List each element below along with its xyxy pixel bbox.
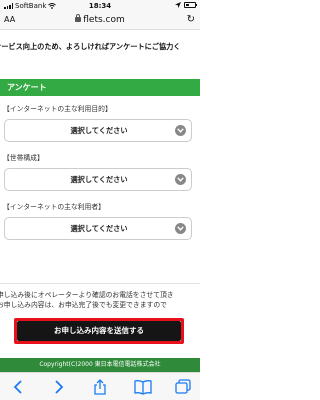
note-changes-allowed-text: お申し込み内容は、お申込完了後でも変更できますので	[0, 301, 167, 309]
address-field[interactable]: flets.com	[0, 14, 200, 25]
field-label-purpose: 【インターネットの主な利用目的】	[3, 105, 112, 113]
battery-level	[186, 4, 189, 6]
select-household[interactable]: 選択してください	[4, 168, 192, 191]
status-right	[175, 2, 197, 8]
status-bar: SoftBank 18:34	[0, 0, 200, 12]
browser-toolbar	[0, 372, 200, 400]
share-icon[interactable]	[91, 379, 109, 395]
note-confirmation-call: 申し込み後にオペレーターより確認のお電話をさせて頂き	[0, 291, 200, 300]
copyright-footer: Copyright(C)2000 東日本電信電話株式会社	[0, 358, 200, 372]
select-user-value: 選択してください	[70, 224, 128, 233]
page-root: SoftBank 18:34 AA flets.com ↻ サービス向上のため、…	[0, 0, 200, 400]
field-label-household: 【世帯構成】	[3, 154, 44, 162]
select-purpose-value: 選択してください	[70, 126, 128, 135]
back-arrow-icon[interactable]	[10, 379, 28, 395]
forward-arrow-icon[interactable]	[49, 379, 67, 395]
reload-icon[interactable]: ↻	[187, 14, 195, 25]
url-bar[interactable]: AA flets.com ↻	[0, 12, 200, 30]
location-icon	[175, 2, 181, 8]
bookmarks-icon[interactable]	[134, 379, 152, 395]
chevron-down-icon	[175, 125, 186, 136]
select-household-value: 選択してください	[70, 175, 128, 184]
section-divider	[0, 283, 200, 284]
note-confirmation-call-text: 申し込み後にオペレーターより確認のお電話をさせて頂き	[0, 291, 174, 299]
note-changes-allowed: お申し込み内容は、お申込完了後でも変更できますので	[0, 301, 200, 310]
lock-icon	[75, 14, 82, 22]
clock: 18:34	[88, 2, 112, 10]
chevron-down-icon	[175, 223, 186, 234]
select-purpose[interactable]: 選択してください	[4, 119, 192, 142]
field-label-user: 【インターネットの主な利用者】	[3, 203, 105, 211]
survey-notice: サービス向上のため、よろしければアンケートにご協力く	[0, 42, 200, 66]
battery-icon	[184, 2, 197, 8]
survey-header: アンケート	[0, 79, 200, 96]
submit-button[interactable]: お申し込み内容を送信する	[17, 321, 181, 341]
chevron-down-icon	[175, 174, 186, 185]
survey-notice-text: サービス向上のため、よろしければアンケートにご協力く	[0, 42, 181, 51]
select-user[interactable]: 選択してください	[4, 217, 192, 240]
url-text: flets.com	[83, 15, 125, 25]
tabs-icon[interactable]	[174, 379, 192, 395]
